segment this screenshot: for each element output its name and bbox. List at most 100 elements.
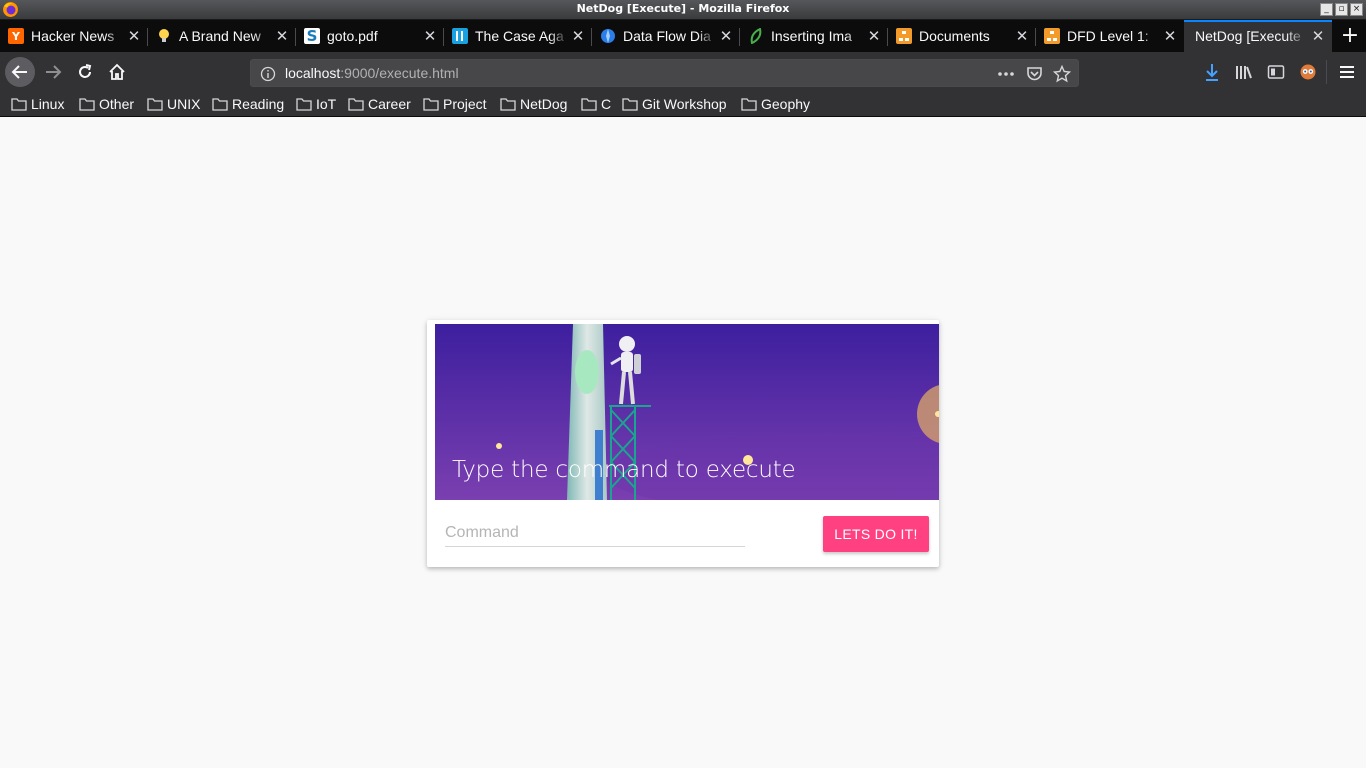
tab-close-icon[interactable]: ✕ [420, 27, 440, 45]
command-input[interactable] [445, 519, 745, 547]
site-info-icon[interactable] [260, 66, 276, 82]
card-hero-image: Type the command to execute [435, 324, 939, 500]
command-card: Type the command to execute LETS DO IT! [427, 320, 939, 567]
minimize-button[interactable]: _ [1320, 3, 1333, 16]
back-button[interactable] [5, 57, 35, 87]
tab-netdog-execute[interactable]: NetDog [Execute ✕ [1184, 20, 1332, 52]
star-icon [1053, 65, 1071, 83]
url-text[interactable]: localhost:9000/execute.html [285, 65, 459, 81]
tab-label: Data Flow Dia [623, 28, 711, 44]
bookmark-folder-git-workshop[interactable]: Git Workshop [622, 94, 727, 114]
bookmark-label: C [601, 96, 612, 112]
library-icon [1236, 66, 1252, 79]
tab-label: A Brand New [179, 28, 261, 44]
more-dots-icon [998, 72, 1014, 76]
bookmark-star-button[interactable] [1052, 64, 1072, 84]
folder-icon [741, 98, 757, 111]
lets-do-it-button[interactable]: LETS DO IT! [823, 516, 929, 552]
folder-icon [147, 98, 163, 111]
bookmark-folder-iot[interactable]: IoT [296, 94, 336, 114]
tab-label: Documents [919, 28, 990, 44]
extension-face-icon [1300, 64, 1316, 80]
leaf-icon [748, 28, 764, 44]
tab-close-icon[interactable]: ✕ [1160, 27, 1180, 45]
tab-case-against[interactable]: The Case Aga ✕ [444, 20, 592, 52]
window-title: NetDog [Execute] - Mozilla Firefox [576, 2, 790, 15]
tab-documents[interactable]: Documents ✕ [888, 20, 1036, 52]
bookmark-label: Reading [232, 96, 285, 112]
tab-label: DFD Level 1: [1067, 28, 1149, 44]
tab-close-icon[interactable]: ✕ [1308, 27, 1328, 45]
drawio-icon [896, 28, 912, 44]
new-tab-button[interactable]: + [1336, 20, 1364, 52]
folder-icon [622, 98, 638, 111]
bookmark-folder-project[interactable]: Project [423, 94, 487, 114]
tab-close-icon[interactable]: ✕ [568, 27, 588, 45]
downloads-button[interactable] [1202, 62, 1222, 82]
forward-arrow-icon [46, 65, 62, 79]
home-button[interactable] [102, 57, 132, 87]
folder-icon [79, 98, 95, 111]
ycombinator-icon: Y [8, 28, 24, 44]
bookmark-folder-linux[interactable]: Linux [11, 94, 64, 114]
lightbulb-icon [156, 28, 172, 44]
navigation-toolbar: localhost:9000/execute.html [0, 52, 1366, 92]
tab-close-icon[interactable]: ✕ [864, 27, 884, 45]
bookmark-folder-career[interactable]: Career [348, 94, 411, 114]
tab-inserting-images[interactable]: Inserting Ima ✕ [740, 20, 888, 52]
folder-icon [500, 98, 516, 111]
library-button[interactable] [1234, 62, 1254, 82]
sidebar-toggle-button[interactable] [1266, 62, 1286, 82]
bookmark-folder-other[interactable]: Other [79, 94, 134, 114]
bookmark-label: Project [443, 96, 487, 112]
folder-icon [581, 98, 597, 111]
tab-close-icon[interactable]: ✕ [272, 27, 292, 45]
maximize-button[interactable]: ▫ [1335, 3, 1348, 16]
page-actions-button[interactable] [996, 64, 1016, 84]
bookmark-folder-c[interactable]: C [581, 94, 611, 114]
pocket-button[interactable] [1024, 64, 1044, 84]
tab-label: Inserting Ima [771, 28, 852, 44]
tab-label: goto.pdf [327, 28, 378, 44]
bookmark-label: Career [368, 96, 411, 112]
bookmark-folder-unix[interactable]: UNIX [147, 94, 200, 114]
tab-strip: Y Hacker News ✕ A Brand New ✕ S goto.pdf… [0, 20, 1366, 52]
bookmark-label: Git Workshop [642, 96, 727, 112]
bookmark-folder-reading[interactable]: Reading [212, 94, 284, 114]
url-bar[interactable]: localhost:9000/execute.html [250, 59, 1079, 87]
back-arrow-icon [11, 65, 27, 79]
sidebar-icon [1267, 65, 1285, 79]
card-title: Type the command to execute [452, 457, 796, 483]
tab-close-icon[interactable]: ✕ [716, 27, 736, 45]
folder-icon [296, 98, 312, 111]
tab-goto-pdf[interactable]: S goto.pdf ✕ [296, 20, 444, 52]
bookmark-label: IoT [316, 96, 337, 112]
bookmark-folder-netdog[interactable]: NetDog [500, 94, 567, 114]
tab-hacker-news[interactable]: Y Hacker News ✕ [0, 20, 148, 52]
pocket-icon [1026, 67, 1042, 81]
bookmark-label: NetDog [520, 96, 568, 112]
bookmark-folder-geophy[interactable]: Geophy [741, 94, 810, 114]
hamburger-menu-icon [1340, 66, 1354, 78]
tab-label: The Case Aga [475, 28, 564, 44]
forward-button[interactable] [38, 57, 68, 87]
tab-close-icon[interactable]: ✕ [124, 27, 144, 45]
home-icon [109, 63, 125, 80]
extension-button[interactable] [1298, 62, 1318, 82]
reload-button[interactable] [70, 57, 100, 87]
folder-icon [423, 98, 439, 111]
menu-button[interactable] [1337, 62, 1357, 82]
tab-close-icon[interactable]: ✕ [1012, 27, 1032, 45]
tab-dfd-level[interactable]: DFD Level 1: ✕ [1036, 20, 1184, 52]
tab-brand-new[interactable]: A Brand New ✕ [148, 20, 296, 52]
tab-label: Hacker News [31, 28, 115, 44]
tab-data-flow[interactable]: Data Flow Dia ✕ [592, 20, 740, 52]
download-arrow-icon [1206, 64, 1218, 81]
url-path: :9000/execute.html [340, 65, 459, 81]
folder-icon [348, 98, 364, 111]
globe-icon [600, 28, 616, 44]
reload-icon [79, 64, 92, 78]
bookmark-label: Other [99, 96, 135, 112]
folder-icon [212, 98, 228, 111]
close-window-button[interactable]: × [1350, 3, 1363, 16]
